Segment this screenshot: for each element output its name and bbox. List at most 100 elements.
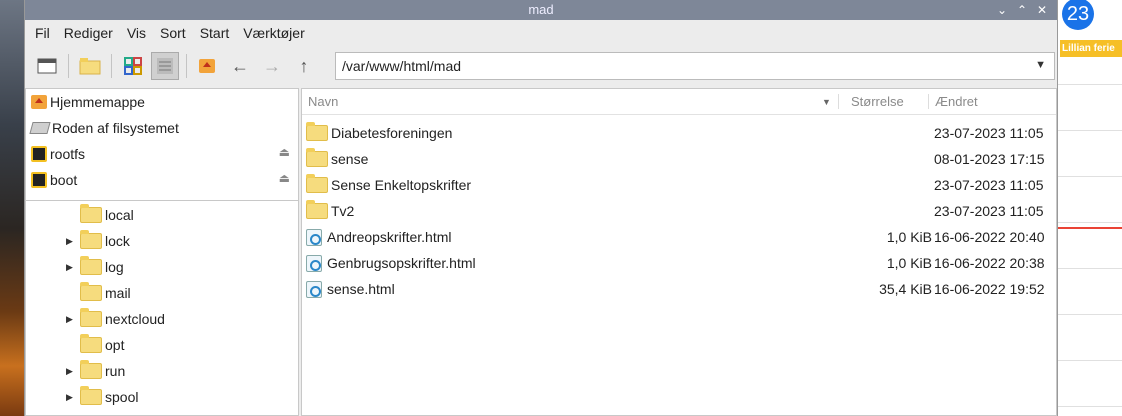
place-root[interactable]: Roden af filsystemet [26, 115, 298, 141]
sort-down-icon: ▼ [822, 96, 831, 107]
column-modified[interactable]: Ændret [928, 94, 978, 109]
minimize-icon[interactable]: ⌄ [993, 0, 1011, 20]
expand-arrow-icon[interactable]: ▶ [66, 262, 73, 273]
tree-item-opt[interactable]: opt [26, 332, 298, 358]
arrow-right-icon: → [263, 55, 281, 76]
chevron-down-icon[interactable]: ▼ [1035, 59, 1046, 71]
file-modified: 23-07-2023 11:05 [934, 125, 1044, 141]
file-row[interactable]: sense 08-01-2023 17:15 [302, 146, 1056, 172]
file-row[interactable]: Sense Enkeltopskrifter 23-07-2023 11:05 [302, 172, 1056, 198]
home-button[interactable] [194, 52, 222, 80]
calendar-day-number[interactable]: 23 [1062, 0, 1094, 30]
expand-arrow-icon[interactable]: ▶ [66, 392, 73, 403]
place-home[interactable]: Hjemmemappe [26, 89, 298, 115]
calendar-gridline [1058, 360, 1122, 361]
place-boot[interactable]: boot ⏏ [26, 167, 298, 193]
file-list-pane: Navn ▼ Størrelse Ændret Diabetesforening… [301, 88, 1057, 416]
drive-icon [29, 122, 51, 134]
html-file-icon [306, 228, 322, 246]
toolbar-separator [186, 54, 187, 78]
calendar-gridline [1058, 406, 1122, 407]
expand-arrow-icon[interactable]: ▶ [66, 236, 73, 247]
file-row[interactable]: sense.html 35,4 KiB 16-06-2022 19:52 [302, 276, 1056, 302]
tree-item-nextcloud[interactable]: ▶ nextcloud [26, 306, 298, 332]
file-manager-window: mad ⌄ ⌃ ✕ Fil Rediger Vis Sort Start Vær… [24, 0, 1058, 416]
file-modified: 08-01-2023 17:15 [934, 151, 1045, 167]
title-bar[interactable]: mad ⌄ ⌃ ✕ [25, 0, 1057, 20]
file-modified: 16-06-2022 19:52 [934, 281, 1045, 297]
tree-item-spool[interactable]: ▶ spool [26, 384, 298, 410]
back-button[interactable]: ← [226, 52, 254, 80]
tree-item-mail[interactable]: mail [26, 280, 298, 306]
folder-icon [306, 148, 328, 167]
list-view-button[interactable] [151, 52, 179, 80]
place-rootfs[interactable]: rootfs ⏏ [26, 141, 298, 167]
file-row[interactable]: Andreopskrifter.html 1,0 KiB 16-06-2022 20… [302, 224, 1056, 250]
place-label: boot [50, 172, 78, 188]
file-name: Sense Enkeltopskrifter [331, 177, 472, 193]
tree-item-lock[interactable]: ▶ lock [26, 228, 298, 254]
forward-button[interactable]: → [258, 52, 286, 80]
new-window-icon [37, 58, 57, 74]
new-folder-icon [79, 58, 101, 75]
file-name: Genbrugsopskrifter.html [327, 255, 476, 271]
menu-sort[interactable]: Sort [158, 25, 188, 41]
file-row[interactable]: Genbrugsopskrifter.html 1,0 KiB 16-06-2022… [302, 250, 1056, 276]
tree-label: log [105, 259, 124, 275]
folder-icon [80, 334, 102, 353]
directory-tree: local ▶ lock ▶ log mail ▶ nextcloud opt ▶ ru… [26, 201, 298, 410]
menu-bar: Fil Rediger Vis Sort Start Værktøjer [25, 20, 1057, 46]
file-size: 1,0 KiB [886, 229, 932, 245]
menu-vaerktojer[interactable]: Værktøjer [241, 25, 306, 41]
html-file-icon [306, 280, 322, 298]
file-name: sense.html [327, 281, 395, 297]
file-row[interactable]: Tv2 23-07-2023 11:05 [302, 198, 1056, 224]
eject-icon[interactable]: ⏏ [279, 145, 290, 159]
column-size[interactable]: Størrelse [838, 94, 928, 109]
menu-rediger[interactable]: Rediger [62, 25, 115, 41]
arrow-left-icon: ← [231, 55, 249, 76]
maximize-icon[interactable]: ⌃ [1013, 0, 1031, 20]
folder-icon [80, 256, 102, 275]
calendar-gridline [1058, 268, 1122, 269]
file-name: Diabetesforeningen [331, 125, 453, 141]
tree-label: lock [105, 233, 130, 249]
calendar-event[interactable]: Lillian ferie [1060, 40, 1122, 57]
place-label: Hjemmemappe [50, 94, 145, 110]
column-name[interactable]: Navn [308, 94, 338, 109]
address-bar[interactable]: /var/www/html/mad ▼ [335, 52, 1055, 80]
folder-icon [80, 204, 102, 223]
close-icon[interactable]: ✕ [1033, 0, 1051, 20]
icon-view-icon [124, 57, 142, 75]
file-name: sense [331, 151, 369, 167]
calendar-panel: 23 Lillian ferie [1058, 0, 1122, 416]
menu-fil[interactable]: Fil [33, 25, 52, 41]
expand-arrow-icon[interactable]: ▶ [66, 314, 73, 325]
folder-icon [80, 360, 102, 379]
file-row[interactable]: Diabetesforeningen 23-07-2023 11:05 [302, 120, 1056, 146]
calendar-gridline [1058, 130, 1122, 131]
column-header: Navn ▼ Størrelse Ændret [302, 89, 1056, 115]
menu-start[interactable]: Start [198, 25, 232, 41]
expand-arrow-icon[interactable]: ▶ [66, 366, 73, 377]
file-name: Tv2 [331, 203, 355, 219]
toolbar-separator [111, 54, 112, 78]
new-folder-button[interactable] [76, 52, 104, 80]
menu-vis[interactable]: Vis [125, 25, 148, 41]
folder-icon [306, 122, 328, 141]
file-size: 1,0 KiB [886, 255, 932, 271]
calendar-gridline [1058, 222, 1122, 223]
tree-item-log[interactable]: ▶ log [26, 254, 298, 280]
up-button[interactable]: ↑ [290, 52, 318, 80]
icon-view-button[interactable] [119, 52, 147, 80]
folder-icon [80, 282, 102, 301]
calendar-gridline [1058, 314, 1122, 315]
tree-label: opt [105, 337, 125, 353]
file-modified: 16-06-2022 20:38 [934, 255, 1045, 271]
tree-item-local[interactable]: local [26, 202, 298, 228]
tree-item-run[interactable]: ▶ run [26, 358, 298, 384]
eject-icon[interactable]: ⏏ [279, 171, 290, 185]
new-window-button[interactable] [33, 52, 61, 80]
file-name: Andreopskrifter.html [327, 229, 452, 245]
tree-label: nextcloud [105, 311, 165, 327]
